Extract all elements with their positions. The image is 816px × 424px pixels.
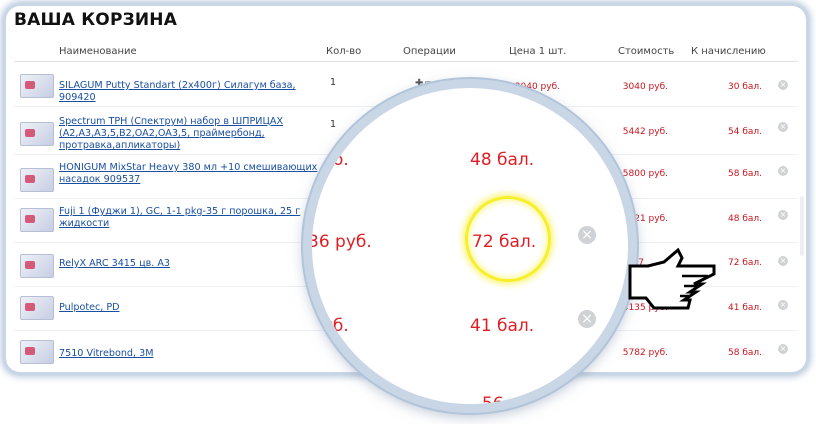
header-qty: Кол-во [326, 46, 362, 57]
delete-icon[interactable]: × [778, 344, 788, 354]
delete-icon[interactable]: × [778, 166, 788, 176]
product-link[interactable]: SILAGUM Putty Standart (2x400г) Силагум … [59, 80, 324, 104]
bonus-value: 58 бал. [728, 169, 762, 179]
header-cost: Стоимость [618, 46, 675, 57]
delete-icon[interactable]: × [778, 122, 788, 132]
product-link[interactable]: RelyX ARC 3415 цв. A3 [59, 258, 324, 270]
product-thumbnail[interactable] [20, 296, 54, 320]
scrollbar[interactable] [800, 196, 804, 256]
quantity-field[interactable]: 1 [330, 77, 336, 88]
plus-minus-icon[interactable]: ✚▭ [415, 78, 435, 89]
cost-value: 5782 руб. [622, 348, 668, 358]
bonus-value: 48 бал. [728, 214, 762, 224]
bonus-value: 58 бал. [728, 348, 762, 358]
magnified-delete-icon[interactable]: × [578, 226, 596, 244]
magnified-delete-icon[interactable]: × [578, 310, 596, 328]
bonus-value: 54 бал. [728, 127, 762, 137]
delete-icon[interactable]: × [778, 300, 788, 310]
magnifier-lens: руб. 48 бал. 36 руб. 72 бал. × руб. 41 б… [312, 88, 628, 404]
header-ops: Операции [403, 46, 456, 57]
product-link[interactable]: 7510 Vitrebond, 3M [59, 348, 324, 360]
product-link[interactable]: Fuji 1 (Фуджи 1), GC, 1-1 pkg-35 г порош… [59, 206, 324, 230]
magnified-bonus: 41 бал. [470, 316, 535, 336]
magnified-price: руб. [312, 316, 349, 336]
product-thumbnail[interactable] [20, 74, 54, 98]
product-thumbnail[interactable] [20, 340, 54, 364]
magnified-bonus: 48 бал. [470, 150, 535, 170]
product-thumbnail[interactable] [20, 254, 54, 278]
delete-icon[interactable]: × [778, 210, 788, 220]
magnified-price: руб. [312, 150, 349, 170]
product-thumbnail[interactable] [20, 122, 54, 146]
quantity-underline [328, 61, 394, 62]
magnified-bonus: 56 [482, 394, 504, 404]
product-link[interactable]: Pulpotec, PD [59, 302, 324, 314]
magnified-price: 36 руб. [312, 232, 372, 252]
header-bonus: К начислению [691, 46, 766, 57]
header-name: Наименование [59, 46, 137, 57]
delete-icon[interactable]: × [778, 256, 788, 266]
cost-value: 3040 руб. [622, 82, 668, 92]
pointing-hand-icon [628, 247, 716, 310]
header-divider [14, 61, 798, 62]
product-link[interactable]: Spectrum TPH (Спектрум) набор в ШПРИЦАХ … [59, 116, 324, 152]
highlight-ring [465, 196, 551, 282]
page-title: ВАША КОРЗИНА [14, 10, 178, 30]
bonus-value: 30 бал. [728, 82, 762, 92]
product-thumbnail[interactable] [20, 208, 54, 232]
product-thumbnail[interactable] [20, 168, 54, 192]
delete-icon[interactable]: × [778, 80, 788, 90]
product-link[interactable]: HONIGUM MixStar Heavy 380 мл +10 смешива… [59, 162, 324, 186]
quantity-field[interactable]: 1 [330, 119, 336, 130]
header-price: Цена 1 шт. [509, 46, 567, 57]
cost-value: 5442 руб. [622, 127, 668, 137]
